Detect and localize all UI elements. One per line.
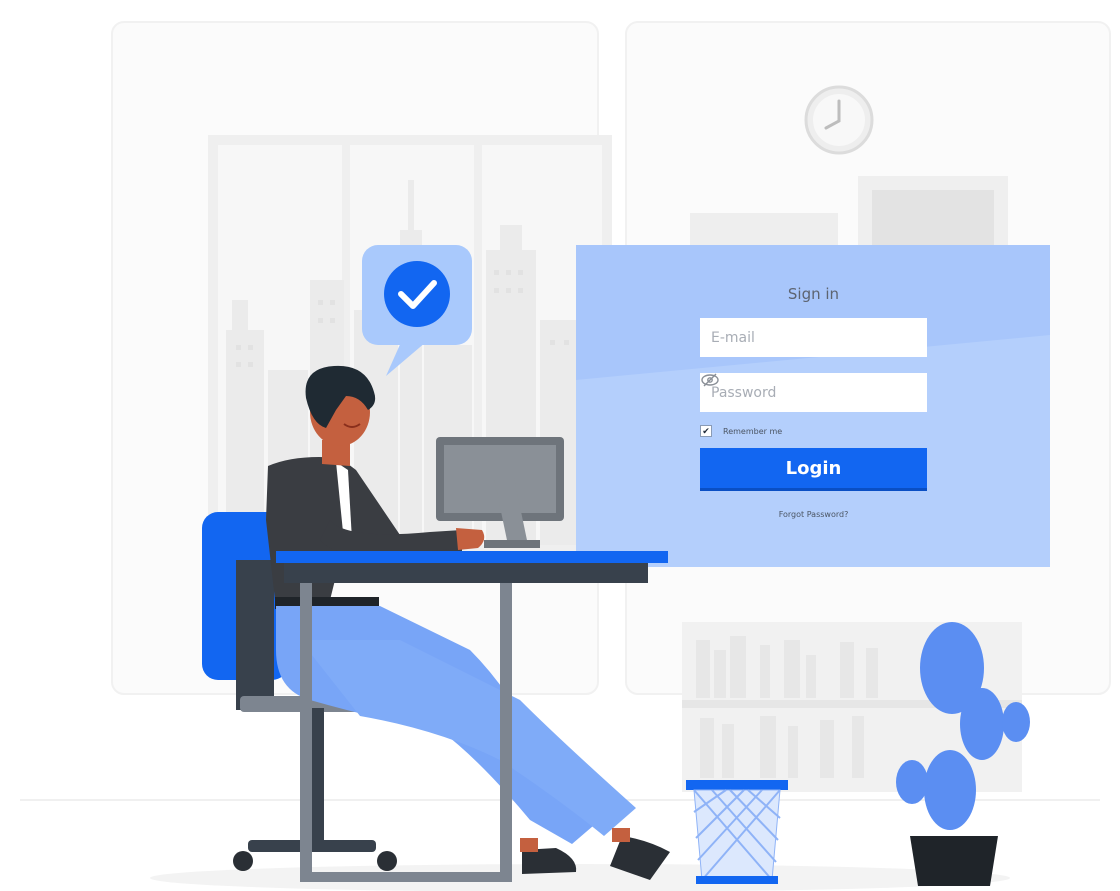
forgot-password-link[interactable]: Forgot Password? (700, 510, 927, 519)
eye-slash-icon[interactable] (700, 373, 720, 387)
email-field[interactable] (700, 318, 927, 357)
scene-artwork (20, 21, 1111, 891)
password-field[interactable] (700, 373, 927, 412)
email-input[interactable] (711, 329, 891, 346)
check-icon (384, 261, 450, 327)
password-input[interactable] (711, 384, 891, 401)
clock-icon (804, 85, 874, 155)
checkbox-check-icon: ✔ (702, 425, 710, 436)
login-button[interactable]: Login (700, 448, 927, 488)
trash-bin (686, 780, 788, 884)
login-illustration: Sign in ✔ Remember me Login Forgot Passw… (0, 0, 1120, 891)
remember-me-label: Remember me (723, 426, 783, 436)
signin-title: Sign in (787, 285, 840, 303)
remember-me-checkbox[interactable]: ✔ (700, 425, 712, 437)
floor-shadow (150, 864, 1010, 891)
remember-me-row: ✔ Remember me (700, 424, 782, 438)
